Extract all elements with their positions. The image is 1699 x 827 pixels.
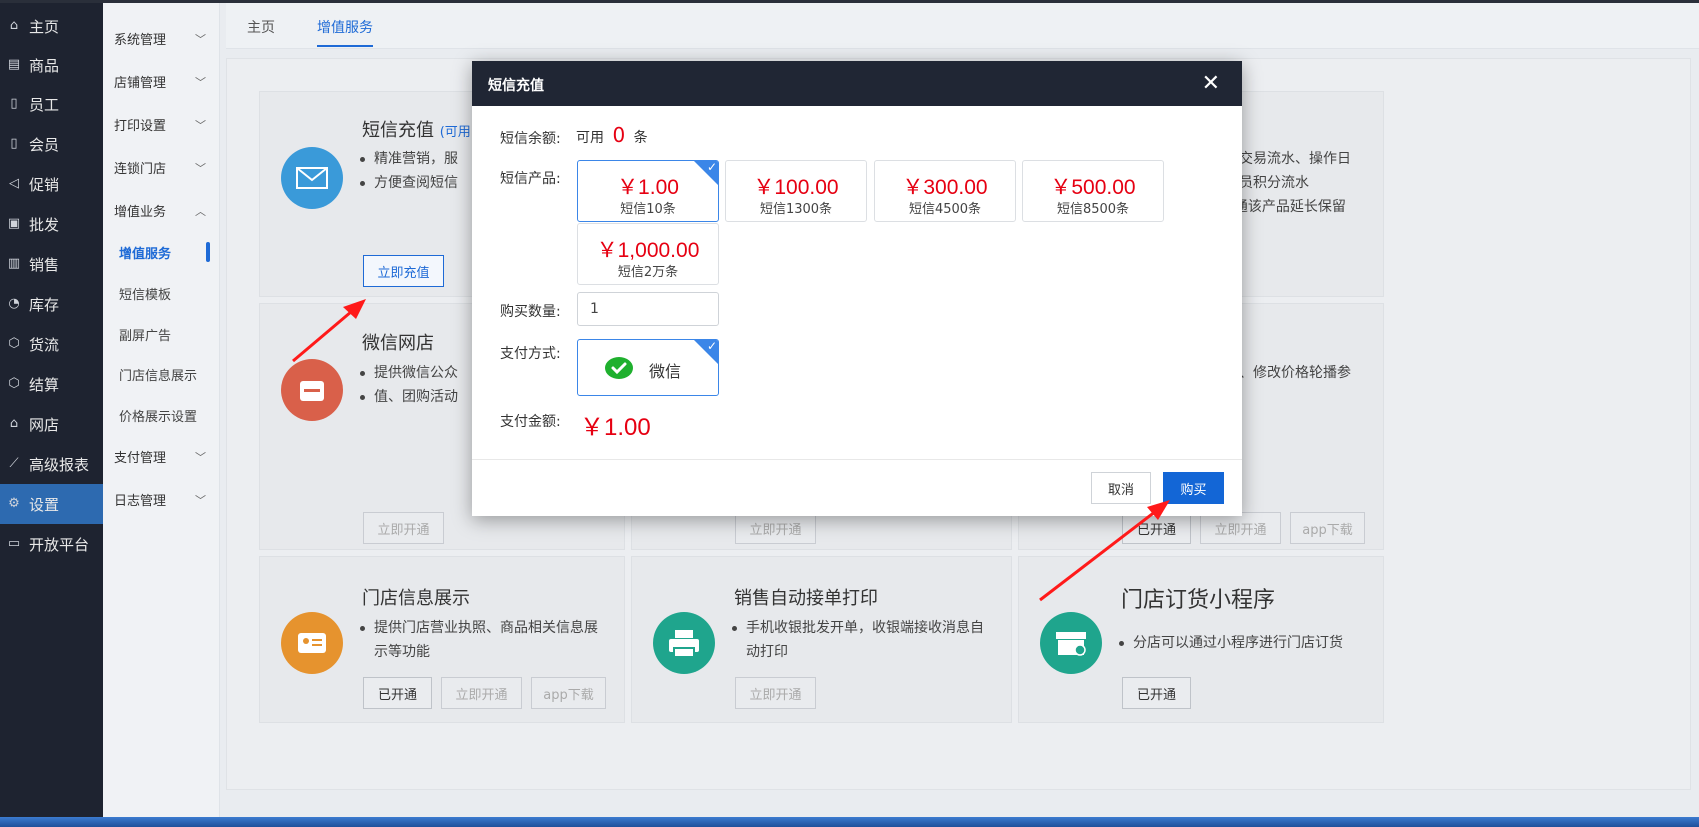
total-amount: ￥1.00 [580, 414, 651, 441]
balance-label: 短信余额: [500, 131, 561, 147]
product-option[interactable]: ￥100.00 短信1300条 [725, 160, 867, 222]
sms-recharge-dialog: 短信充值 ✕ 短信余额: 可用 0 条 短信产品: ￥1.00 短信10条 ￥1… [472, 61, 1242, 516]
bottom-strip [0, 817, 1699, 827]
dialog-header: 短信充值 ✕ [472, 61, 1242, 106]
dialog-title: 短信充值 [488, 78, 544, 94]
wechat-icon [605, 357, 633, 379]
close-icon[interactable]: ✕ [1202, 71, 1220, 96]
product-option[interactable]: ￥1,000.00 短信2万条 [577, 223, 719, 285]
payment-option-wechat[interactable]: 微信 [577, 339, 719, 396]
check-icon [694, 340, 718, 364]
check-icon [694, 161, 718, 185]
quantity-label: 购买数量: [500, 304, 561, 320]
total-label: 支付金额: [500, 414, 561, 430]
quantity-input[interactable]: 1 [577, 292, 719, 326]
product-option[interactable]: ￥500.00 短信8500条 [1022, 160, 1164, 222]
dialog-footer [472, 459, 1242, 460]
balance-value: 可用 0 条 [576, 123, 648, 147]
payment-label: 支付方式: [500, 346, 561, 362]
cancel-button[interactable]: 取消 [1091, 472, 1151, 504]
product-option[interactable]: ￥1.00 短信10条 [577, 160, 719, 222]
buy-button[interactable]: 购买 [1163, 472, 1224, 504]
product-option[interactable]: ￥300.00 短信4500条 [874, 160, 1016, 222]
payment-method-label: 微信 [649, 362, 682, 381]
product-label: 短信产品: [500, 171, 561, 187]
